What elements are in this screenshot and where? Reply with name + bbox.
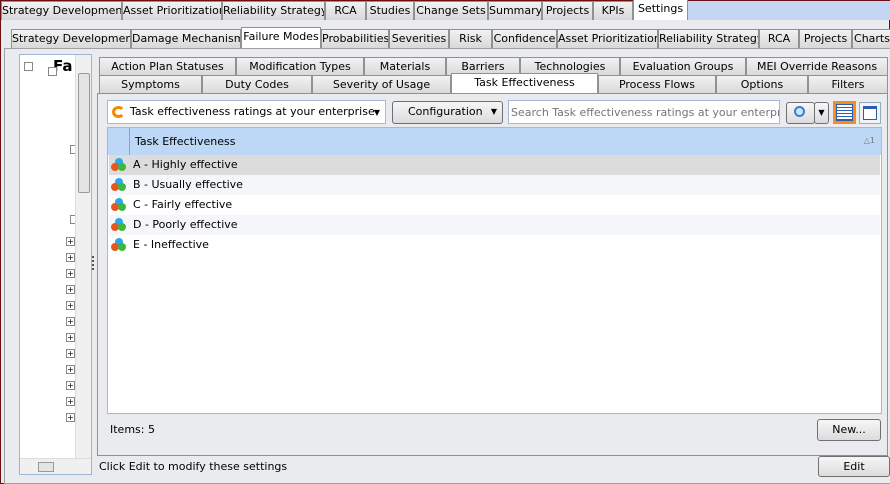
row-label: D - Poorly effective bbox=[133, 218, 238, 231]
top-tab-projects[interactable]: Projects bbox=[542, 1, 593, 20]
sub-tab-severity-of-usage[interactable]: Severity of Usage bbox=[312, 75, 451, 94]
column-header-task-effectiveness[interactable]: Task Effectiveness bbox=[135, 135, 235, 148]
new-button[interactable]: New... bbox=[817, 419, 881, 441]
app-window: Strategy Development Asset Prioritization… bbox=[0, 0, 890, 484]
tree-node-collapsed[interactable]: + bbox=[66, 317, 75, 326]
row-label: A - Highly effective bbox=[133, 158, 238, 171]
top-tab-rca[interactable]: RCA bbox=[325, 1, 366, 20]
scope-select[interactable]: Task effectiveness ratings at your enter… bbox=[107, 100, 386, 124]
sub-tab-task-effectiveness[interactable]: Task Effectiveness bbox=[451, 73, 598, 94]
tree-node-collapsed[interactable]: + bbox=[66, 237, 75, 246]
rating-icon bbox=[111, 158, 127, 172]
grid-header: Task Effectiveness △1 bbox=[108, 128, 881, 155]
table-row[interactable]: E - Ineffective bbox=[109, 235, 880, 255]
sub-tab-options[interactable]: Options bbox=[716, 75, 808, 94]
settings-tab-projects[interactable]: Projects bbox=[799, 29, 852, 48]
top-tab-strategy-development[interactable]: Strategy Development bbox=[1, 1, 122, 20]
tree-node-collapsed[interactable]: + bbox=[66, 349, 75, 358]
search-button[interactable] bbox=[786, 102, 815, 124]
tree-hscrollbar[interactable] bbox=[20, 458, 91, 474]
tree-node-collapsed[interactable]: + bbox=[66, 365, 75, 374]
top-tab-reliability-strategy[interactable]: Reliability Strategy bbox=[222, 1, 325, 20]
magnifier-icon bbox=[794, 106, 805, 117]
rating-icon bbox=[111, 178, 127, 192]
rating-icon bbox=[111, 218, 127, 232]
sub-tab-mei-override-reasons[interactable]: MEI Override Reasons bbox=[746, 57, 888, 76]
table-row[interactable]: A - Highly effective bbox=[109, 155, 880, 175]
search-input[interactable] bbox=[508, 100, 780, 124]
tree-scrollbar[interactable] bbox=[75, 55, 91, 459]
tree-panel: Fa + + + + + + + + + + + + bbox=[19, 54, 92, 475]
sub-tab-materials[interactable]: Materials bbox=[364, 57, 446, 76]
configuration-button[interactable]: Configuration ▼ bbox=[392, 101, 503, 124]
tree-node-collapsed[interactable]: + bbox=[66, 381, 75, 390]
settings-tab-severities[interactable]: Severities bbox=[389, 29, 449, 48]
top-tab-settings[interactable]: Settings bbox=[633, 0, 688, 20]
detail-view-button[interactable] bbox=[859, 102, 881, 124]
chevron-down-icon: ▼ bbox=[373, 108, 380, 117]
settings-tab-probabilities[interactable]: Probabilities bbox=[321, 29, 389, 48]
table-row[interactable]: C - Fairly effective bbox=[109, 195, 880, 215]
row-label: B - Usually effective bbox=[133, 178, 243, 191]
top-tab-change-sets[interactable]: Change Sets bbox=[414, 1, 488, 20]
edit-button[interactable]: Edit bbox=[818, 456, 890, 477]
tree-node-collapsed[interactable]: + bbox=[66, 397, 75, 406]
refresh-scope-icon bbox=[112, 106, 125, 118]
sub-tab-duty-codes[interactable]: Duty Codes bbox=[202, 75, 312, 94]
list-view-button[interactable] bbox=[833, 101, 856, 124]
settings-tab-charts[interactable]: Charts bbox=[852, 29, 890, 48]
sub-tab-action-plan-statuses[interactable]: Action Plan Statuses bbox=[99, 57, 236, 76]
table-row[interactable]: B - Usually effective bbox=[109, 175, 880, 195]
tree-node-collapsed[interactable]: + bbox=[66, 301, 75, 310]
splitter-handle[interactable] bbox=[92, 256, 95, 270]
search-options-dropdown[interactable]: ▼ bbox=[814, 102, 829, 124]
sort-ascending-icon[interactable]: △1 bbox=[864, 136, 875, 145]
tree-node-collapsed[interactable]: + bbox=[66, 333, 75, 342]
settings-tab-damage-mechanisms[interactable]: Damage Mechanisms bbox=[131, 29, 241, 48]
tree-node-collapsed[interactable]: + bbox=[66, 285, 75, 294]
top-tab-summary[interactable]: Summary bbox=[488, 1, 542, 20]
configuration-label: Configuration bbox=[408, 105, 483, 118]
chevron-down-icon: ▼ bbox=[490, 107, 497, 116]
settings-tab-risk[interactable]: Risk bbox=[449, 29, 492, 48]
settings-tab-strategy-development[interactable]: Strategy Development bbox=[11, 29, 131, 48]
tree-node-collapsed[interactable]: + bbox=[66, 253, 75, 262]
detail-view-icon bbox=[863, 106, 877, 120]
rating-icon bbox=[111, 198, 127, 212]
sub-tab-filters[interactable]: Filters bbox=[808, 75, 888, 94]
top-tab-kpis[interactable]: KPIs bbox=[593, 1, 633, 20]
status-text: Click Edit to modify these settings bbox=[99, 460, 288, 473]
settings-tab-rca[interactable]: RCA bbox=[759, 29, 799, 48]
top-tab-studies[interactable]: Studies bbox=[366, 1, 414, 20]
tree-node-collapsed[interactable]: + bbox=[66, 269, 75, 278]
settings-tab-failure-modes[interactable]: Failure Modes bbox=[241, 27, 321, 48]
rating-icon bbox=[111, 238, 127, 252]
scroll-thumb[interactable] bbox=[78, 73, 90, 193]
row-label: E - Ineffective bbox=[133, 238, 209, 251]
item-count: Items: 5 bbox=[110, 423, 155, 436]
table-row[interactable]: D - Poorly effective bbox=[109, 215, 880, 235]
sub-tab-evaluation-groups[interactable]: Evaluation Groups bbox=[620, 57, 746, 76]
tree-node-expanded[interactable] bbox=[48, 67, 57, 76]
scope-select-value: Task effectiveness ratings at your enter… bbox=[130, 105, 375, 118]
settings-tab-reliability-strategy[interactable]: Reliability Strategy bbox=[658, 29, 759, 48]
tree-node-collapsed[interactable]: + bbox=[66, 413, 75, 422]
row-label: C - Fairly effective bbox=[133, 198, 233, 211]
settings-tab-asset-prioritization[interactable]: Asset Prioritization bbox=[557, 29, 658, 48]
list-view-icon bbox=[836, 104, 853, 121]
grid: Task Effectiveness △1 A - Highly effecti… bbox=[107, 127, 882, 414]
sub-tab-modification-types[interactable]: Modification Types bbox=[236, 57, 364, 76]
sub-tab-process-flows[interactable]: Process Flows bbox=[598, 75, 716, 94]
top-tab-asset-prioritization[interactable]: Asset Prioritization bbox=[122, 1, 222, 20]
sub-tab-symptoms[interactable]: Symptoms bbox=[99, 75, 202, 94]
settings-tab-confidence[interactable]: Confidence bbox=[492, 29, 557, 48]
sort-order: 1 bbox=[869, 136, 875, 145]
